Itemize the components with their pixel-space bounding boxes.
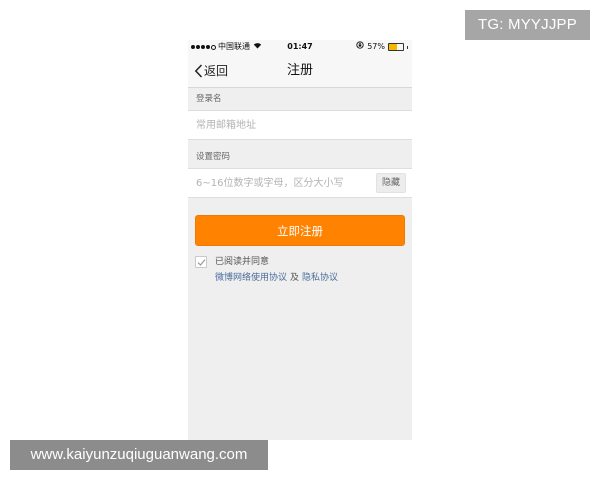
register-button[interactable]: 立即注册 — [195, 215, 405, 246]
battery-fill — [389, 44, 397, 50]
hide-password-button[interactable]: 隐藏 — [376, 173, 406, 193]
password-label: 设置密码 — [188, 146, 412, 168]
battery-cap — [407, 45, 408, 49]
terms-link[interactable]: 微博网络使用协议 — [215, 273, 287, 283]
status-bar: 中国联通 01:47 57% — [188, 40, 412, 54]
checkmark-icon — [197, 259, 206, 266]
agreement-row: 已阅读并同意 微博网络使用协议及隐私协议 — [195, 254, 405, 288]
status-bar-right: 57% — [356, 40, 408, 54]
agreement-links: 微博网络使用协议及隐私协议 — [215, 272, 338, 284]
orientation-lock-icon — [356, 40, 364, 54]
battery-icon — [388, 43, 404, 51]
nav-bar: 返回 注册 — [188, 54, 412, 88]
battery-percent: 57% — [367, 42, 385, 51]
password-input[interactable] — [196, 169, 372, 197]
page-title: 注册 — [286, 63, 313, 78]
username-label: 登录名 — [188, 88, 412, 110]
username-row — [188, 110, 412, 140]
watermark-site: www.kaiyunzuqiuguanwang.com — [10, 440, 268, 470]
privacy-link[interactable]: 隐私协议 — [302, 273, 338, 283]
agree-text: 已阅读并同意 — [215, 257, 270, 267]
username-input[interactable] — [196, 111, 396, 139]
agree-checkbox[interactable] — [195, 256, 207, 268]
phone-screen: 中国联通 01:47 57% 返回 注册 登录名 设置密码 隐藏 — [188, 40, 412, 440]
password-row: 隐藏 — [188, 168, 412, 198]
watermark-tg: TG: MYYJJPP — [465, 10, 590, 40]
and-text: 及 — [290, 273, 300, 283]
